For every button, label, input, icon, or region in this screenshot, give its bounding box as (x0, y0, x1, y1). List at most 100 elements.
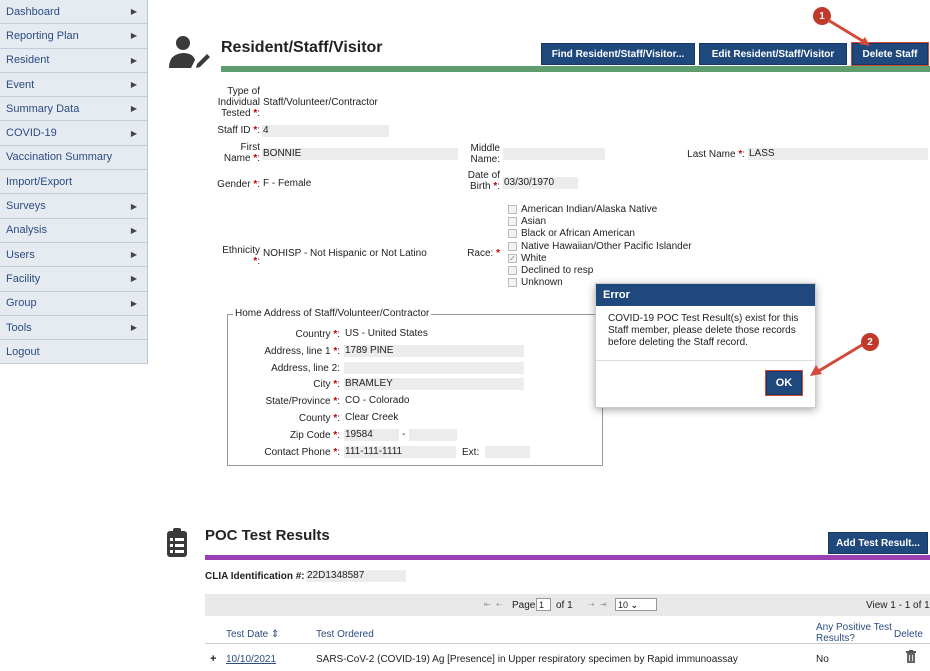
row-test-date-link[interactable]: 10/10/2021 (226, 654, 276, 665)
col-any-positive[interactable]: Any Positive Test Results? (816, 622, 892, 644)
page-title: Resident/Staff/Visitor (221, 39, 383, 56)
type-label: Type of Individual Tested *: (217, 86, 260, 119)
state-label: State/Province *: (265, 396, 340, 407)
race-checkbox[interactable] (508, 205, 517, 214)
prev-page-icon[interactable]: ⇠ (496, 600, 503, 609)
last-name-field[interactable]: LASS (748, 148, 928, 160)
gender-label: Gender *: (217, 179, 260, 190)
chevron-right-icon: ▶ (130, 80, 137, 90)
city-field[interactable]: BRAMLEY (344, 378, 524, 390)
dob-field[interactable]: 03/30/1970 (503, 177, 578, 189)
home-address-legend: Home Address of Staff/Volunteer/Contract… (233, 308, 432, 319)
per-page-select[interactable]: 10 ⌄ (615, 598, 657, 611)
page-label: Page (512, 600, 536, 611)
dialog-separator (596, 360, 815, 361)
sidebar-item-label: Logout (6, 345, 40, 358)
sidebar-item-vaccination-summary[interactable]: Vaccination Summary (0, 145, 147, 171)
sidebar-item-import-export[interactable]: Import/Export (0, 170, 147, 195)
ext-label: Ext: (462, 447, 480, 458)
row-expand-icon[interactable]: + (210, 654, 216, 665)
chevron-right-icon: ▶ (130, 31, 137, 41)
country-select[interactable]: US - United States (344, 328, 444, 340)
county-label: County *: (298, 413, 340, 424)
sidebar-item-logout[interactable]: Logout (0, 340, 147, 365)
race-option-label: Native Hawaiian/Other Pacific Islander (521, 240, 692, 252)
col-test-ordered[interactable]: Test Ordered (316, 629, 374, 640)
chevron-down-icon: ⌄ (630, 600, 639, 610)
zip-label: Zip Code *: (289, 430, 340, 441)
sidebar-item-dashboard[interactable]: Dashboard ▶ (0, 0, 147, 25)
sidebar-item-label: Analysis (6, 224, 47, 237)
race-checkbox[interactable] (508, 266, 517, 275)
address-line1-field[interactable]: 1789 PINE (344, 345, 524, 357)
sidebar-item-group[interactable]: Group ▶ (0, 291, 147, 316)
clia-field: 22D1348587 (306, 570, 406, 582)
sidebar-nav: Dashboard ▶ Reporting Plan ▶ Resident ▶ Event ▶… (0, 0, 148, 365)
find-resident-button[interactable]: Find Resident/Staff/Visitor... (541, 43, 695, 65)
race-checkbox[interactable]: ✓ (508, 253, 517, 263)
chevron-right-icon: ▶ (130, 274, 137, 284)
sidebar-item-reporting-plan[interactable]: Reporting Plan ▶ (0, 24, 147, 49)
state-select[interactable]: CO - Colorado (344, 395, 444, 407)
race-checkbox[interactable] (508, 229, 517, 239)
sidebar-item-analysis[interactable]: Analysis ▶ (0, 218, 147, 243)
last-page-icon[interactable]: ⇥ (600, 600, 607, 609)
poc-divider (205, 555, 930, 560)
phone-field[interactable]: 111-111-1111 (344, 446, 456, 458)
ethnicity-select[interactable]: NOHISP - Not Hispanic or Not Latino (262, 248, 452, 260)
zip-dash: - (402, 429, 406, 440)
chevron-right-icon: ▶ (130, 55, 137, 65)
sidebar-item-covid-19[interactable]: COVID-19 ▶ (0, 121, 147, 146)
add-test-result-button[interactable]: Add Test Result... (828, 532, 928, 554)
race-option-label: American Indian/Alaska Native (521, 204, 658, 215)
race-checkbox[interactable] (508, 241, 517, 251)
address-line2-label: Address, line 2: (271, 363, 340, 374)
ethnicity-label: Ethnicity *: (222, 245, 260, 267)
race-option-label: White (521, 252, 547, 264)
race-option-label: Black or African American (521, 228, 635, 240)
trash-icon[interactable] (906, 650, 916, 666)
first-name-field[interactable]: BONNIE (262, 148, 458, 160)
county-select[interactable]: Clear Creek (344, 412, 444, 424)
address-line1-label: Address, line 1 *: (264, 346, 340, 357)
address-line2-field[interactable] (344, 362, 524, 374)
race-checkbox[interactable] (508, 217, 517, 227)
sidebar-item-tools[interactable]: Tools ▶ (0, 315, 147, 341)
first-page-icon[interactable]: ⇤ (484, 600, 491, 609)
sidebar-item-label: Summary Data (6, 102, 80, 115)
col-test-date[interactable]: Test Date ⇕ (226, 629, 279, 640)
first-name-label: First Name *: (223, 142, 260, 164)
sidebar-item-label: Vaccination Summary (6, 151, 113, 164)
sidebar-item-resident[interactable]: Resident ▶ (0, 48, 147, 73)
staff-id-label: Staff ID *: (217, 125, 260, 136)
gender-select[interactable]: F - Female (262, 178, 322, 190)
sidebar-item-label: Event (6, 78, 35, 91)
ext-field[interactable] (485, 446, 530, 458)
zip-field[interactable]: 19584 (344, 429, 399, 441)
sidebar-item-users[interactable]: Users ▶ (0, 242, 147, 268)
page-input[interactable]: 1 (536, 598, 551, 611)
sidebar-item-event[interactable]: Event ▶ (0, 72, 147, 98)
section-divider (221, 66, 930, 72)
sidebar-item-label: Tools (6, 321, 32, 334)
race-option-label: Asian (521, 216, 547, 228)
race-checkbox[interactable] (508, 278, 517, 288)
dialog-ok-button[interactable]: OK (765, 370, 803, 396)
dialog-title: Error (596, 284, 815, 306)
middle-name-field[interactable] (503, 148, 605, 160)
middle-name-label: Middle Name: (470, 143, 500, 165)
poc-section-title: POC Test Results (205, 527, 330, 544)
clia-label: CLIA Identification #: (205, 571, 305, 582)
sidebar-item-label: Dashboard (6, 5, 60, 18)
zip-ext-field[interactable] (409, 429, 457, 441)
next-page-icon[interactable]: ⇢ (588, 600, 595, 609)
sidebar-item-label: Surveys (6, 200, 46, 213)
sidebar-item-summary-data[interactable]: Summary Data ▶ (0, 97, 147, 122)
chevron-right-icon: ▶ (130, 225, 137, 235)
sidebar-item-label: Users (6, 248, 35, 261)
staff-id-field[interactable]: 4 (262, 125, 389, 137)
chevron-right-icon: ▶ (130, 104, 137, 114)
city-label: City *: (313, 379, 340, 390)
sidebar-item-surveys[interactable]: Surveys ▶ (0, 194, 147, 219)
sidebar-item-facility[interactable]: Facility ▶ (0, 267, 147, 292)
